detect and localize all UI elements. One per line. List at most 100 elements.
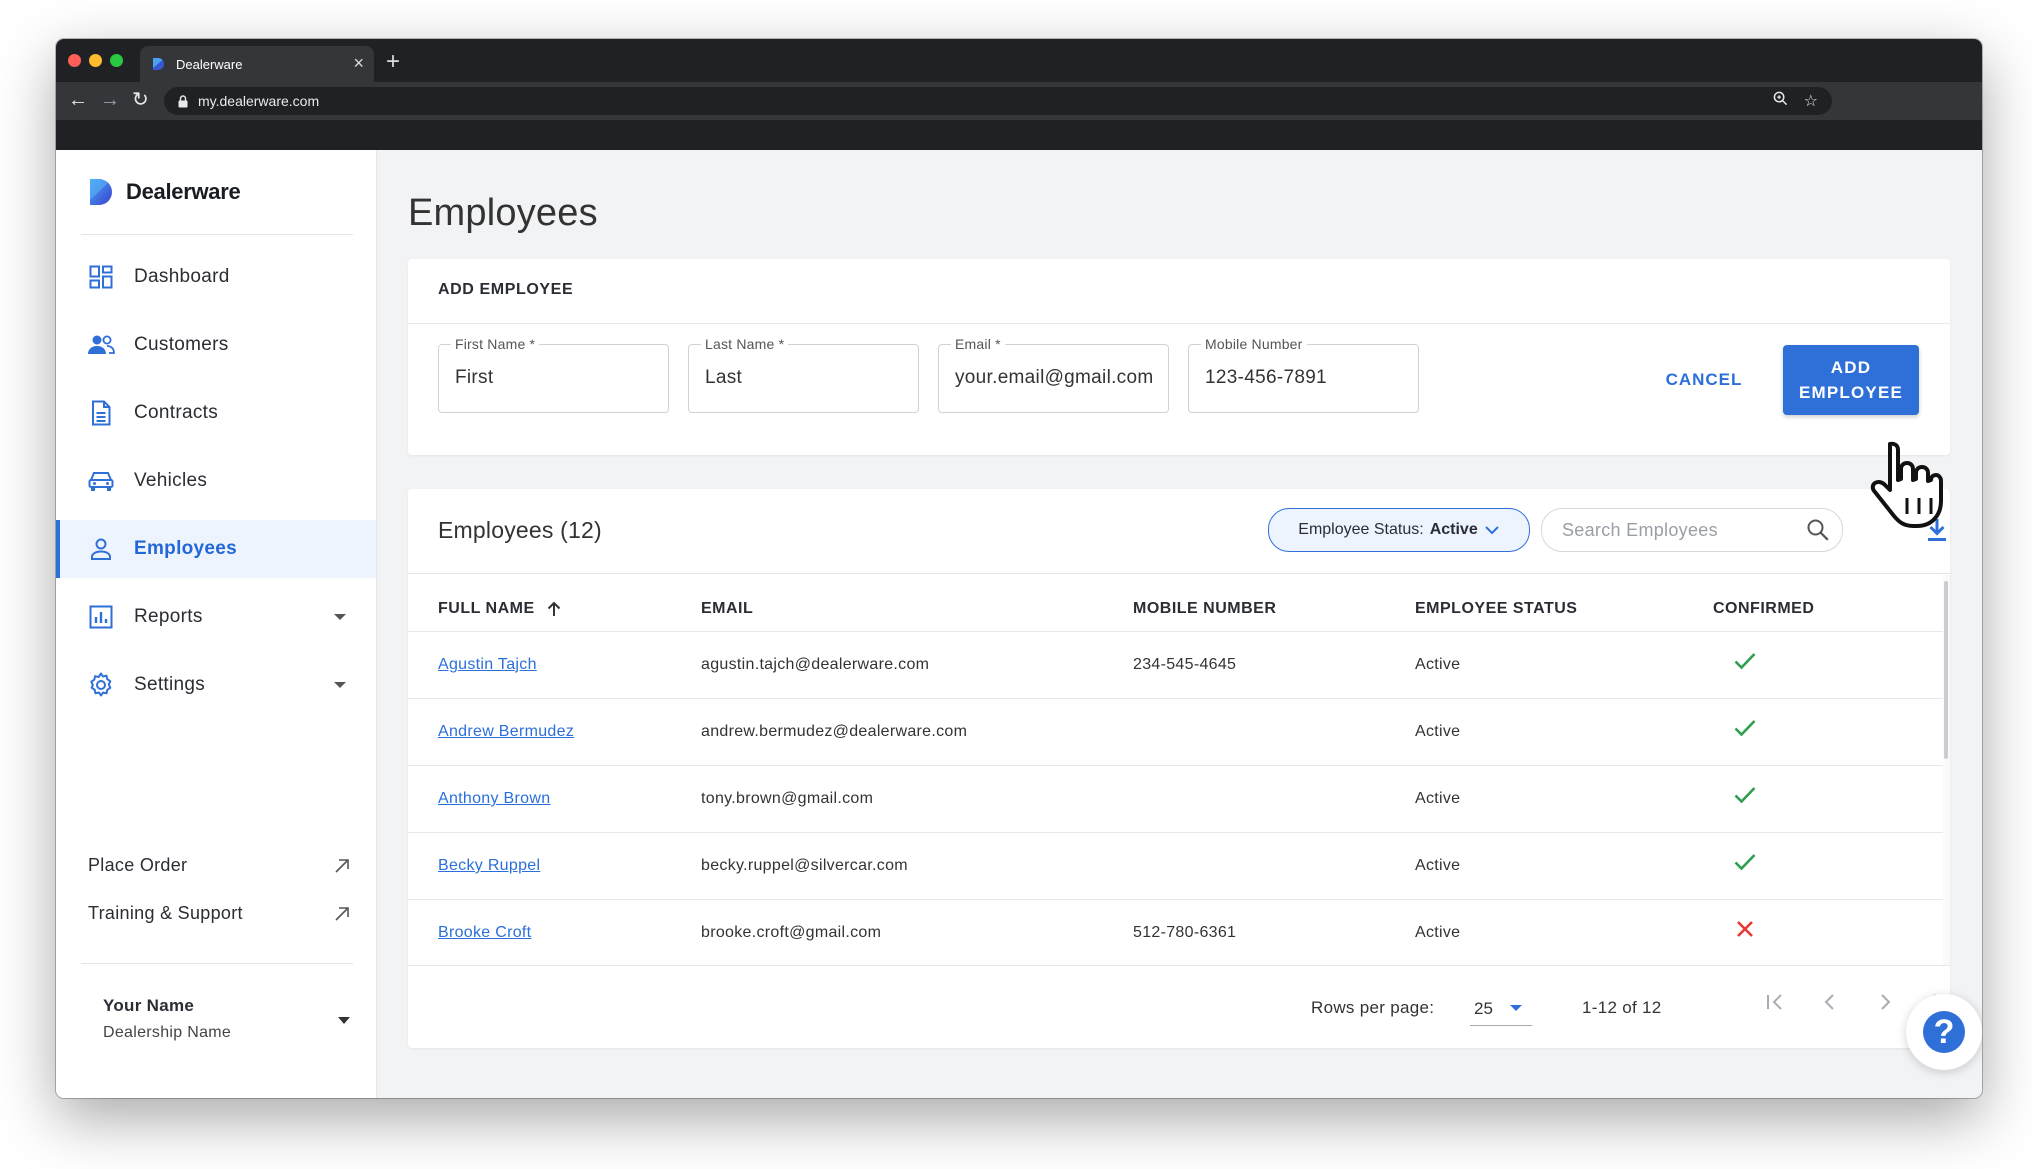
zoom-icon[interactable] — [1773, 91, 1788, 111]
browser-tab[interactable]: Dealerware × — [140, 46, 374, 82]
last-name-field[interactable]: Last Name * — [688, 336, 919, 413]
confirmed-check-icon — [1734, 786, 1756, 809]
previous-page-icon[interactable] — [1819, 991, 1841, 1013]
employee-name-link[interactable]: Becky Ruppel — [438, 857, 540, 875]
maximize-window-button[interactable] — [110, 54, 123, 67]
tab-close-icon[interactable]: × — [353, 53, 364, 74]
next-page-icon[interactable] — [1874, 991, 1896, 1013]
reload-icon[interactable]: ↻ — [132, 88, 149, 112]
column-header-confirmed[interactable]: CONFIRMED — [1713, 600, 1814, 618]
sidebar-item-customers[interactable]: Customers — [56, 316, 376, 374]
add-employee-button[interactable]: ADD EMPLOYEE — [1783, 345, 1919, 415]
brand-name: Dealerware — [126, 179, 241, 204]
help-button[interactable]: ? — [1906, 994, 1982, 1070]
sort-ascending-arrow-icon — [547, 601, 560, 616]
last-name-label: Last Name * — [701, 336, 789, 352]
table-row[interactable]: Anthony Brown tony.brown@gmail.com Activ… — [408, 765, 1943, 833]
browser-chrome: Dealerware × + ← → ↻ my.dealerware.com ☆ — [56, 39, 1982, 150]
user-profile[interactable]: Your Name Dealership Name — [103, 996, 231, 1042]
dashboard-icon — [86, 265, 116, 289]
close-window-button[interactable] — [68, 54, 81, 67]
sidebar-item-contracts[interactable]: Contracts — [56, 384, 376, 442]
user-menu-chevron-down-icon[interactable] — [338, 1017, 350, 1024]
url-text: my.dealerware.com — [198, 93, 320, 109]
sidebar-item-employees[interactable]: Employees — [56, 520, 376, 578]
status-filter-prefix: Employee Status: — [1298, 521, 1424, 538]
chevron-down-icon[interactable] — [334, 614, 346, 620]
sidebar-item-vehicles[interactable]: Vehicles — [56, 452, 376, 510]
external-link-icon — [335, 906, 349, 921]
search-input[interactable] — [1562, 519, 1787, 541]
rows-per-page-value: 25 — [1474, 999, 1493, 1018]
employee-mobile: 234-545-4645 — [1133, 656, 1237, 673]
dropdown-arrow-icon — [1510, 1005, 1522, 1011]
table-row[interactable]: Agustin Tajch agustin.tajch@dealerware.c… — [408, 631, 1943, 699]
column-header-label: EMAIL — [701, 600, 754, 617]
place-order-link[interactable]: Place Order — [88, 855, 350, 876]
gear-icon — [86, 672, 116, 698]
chevron-down-icon[interactable] — [334, 682, 346, 688]
email-input[interactable] — [955, 361, 1155, 395]
training-support-link[interactable]: Training & Support — [88, 903, 350, 924]
forward-icon[interactable]: → — [100, 88, 120, 112]
employee-email: brooke.croft@gmail.com — [701, 924, 882, 941]
sidebar-item-dashboard[interactable]: Dashboard — [56, 248, 376, 306]
employee-status: Active — [1415, 790, 1461, 807]
customers-icon — [86, 334, 116, 356]
confirmed-check-icon — [1734, 652, 1756, 675]
brand-logo[interactable]: Dealerware — [88, 178, 241, 206]
employee-email: andrew.bermudez@dealerware.com — [701, 723, 968, 740]
cancel-button[interactable]: CANCEL — [1654, 361, 1754, 399]
email-field[interactable]: Email * — [938, 336, 1169, 413]
employee-status-filter[interactable]: Employee Status: Active — [1268, 508, 1530, 552]
table-row[interactable]: Brooke Croft brooke.croft@gmail.com 512-… — [408, 899, 1943, 967]
sidebar-item-reports[interactable]: Reports — [56, 588, 376, 646]
confirmed-check-icon — [1734, 853, 1756, 876]
employee-email: agustin.tajch@dealerware.com — [701, 656, 930, 673]
mobile-number-input[interactable] — [1205, 361, 1405, 395]
column-header-mobile-number[interactable]: MOBILE NUMBER — [1133, 600, 1276, 618]
column-header-email[interactable]: EMAIL — [701, 600, 753, 618]
pagination-range: 1-12 of 12 — [1582, 998, 1662, 1017]
sidebar-item-label: Contracts — [134, 402, 219, 423]
first-name-field[interactable]: First Name * — [438, 336, 669, 413]
sidebar-item-label: Vehicles — [134, 470, 208, 491]
dealerware-logo-icon — [90, 179, 112, 205]
employee-name-link[interactable]: Brooke Croft — [438, 924, 531, 942]
pagination-divider — [408, 965, 1950, 966]
bookmark-star-icon[interactable]: ☆ — [1804, 91, 1818, 111]
unconfirmed-x-icon — [1736, 920, 1754, 943]
sidebar-item-settings[interactable]: Settings — [56, 656, 376, 714]
address-bar[interactable]: my.dealerware.com ☆ — [164, 87, 1832, 115]
search-employees-box[interactable] — [1541, 508, 1843, 552]
search-icon[interactable] — [1806, 518, 1830, 542]
first-name-input[interactable] — [455, 361, 655, 395]
column-header-label: EMPLOYEE STATUS — [1415, 600, 1578, 617]
add-employee-button-line1: ADD — [1830, 358, 1872, 377]
training-support-label: Training & Support — [88, 903, 243, 923]
user-name: Your Name — [103, 996, 195, 1015]
first-page-icon[interactable] — [1764, 991, 1786, 1013]
rows-per-page-select[interactable]: 25 — [1470, 989, 1532, 1026]
email-label: Email * — [951, 336, 1005, 352]
last-name-input[interactable] — [705, 361, 905, 395]
sidebar-item-label: Customers — [134, 334, 229, 355]
employee-name-link[interactable]: Agustin Tajch — [438, 656, 537, 674]
contracts-icon — [86, 400, 116, 426]
card-divider — [408, 323, 1950, 324]
column-header-label: CONFIRMED — [1713, 600, 1815, 617]
table-row[interactable]: Andrew Bermudez andrew.bermudez@dealerwa… — [408, 698, 1943, 766]
column-header-full-name[interactable]: FULL NAME — [438, 600, 561, 618]
employee-mobile: 512-780-6361 — [1133, 924, 1237, 941]
chevron-down-icon — [1485, 526, 1499, 535]
employee-name-link[interactable]: Andrew Bermudez — [438, 723, 574, 741]
back-icon[interactable]: ← — [68, 88, 88, 112]
table-scrollbar-thumb[interactable] — [1944, 581, 1948, 759]
column-header-employee-status[interactable]: EMPLOYEE STATUS — [1415, 600, 1577, 618]
employee-name-link[interactable]: Anthony Brown — [438, 790, 550, 808]
mobile-number-field[interactable]: Mobile Number — [1188, 336, 1419, 413]
table-row[interactable]: Becky Ruppel becky.ruppel@silvercar.com … — [408, 832, 1943, 900]
minimize-window-button[interactable] — [89, 54, 102, 67]
employee-email: tony.brown@gmail.com — [701, 790, 874, 807]
new-tab-button[interactable]: + — [386, 48, 400, 76]
